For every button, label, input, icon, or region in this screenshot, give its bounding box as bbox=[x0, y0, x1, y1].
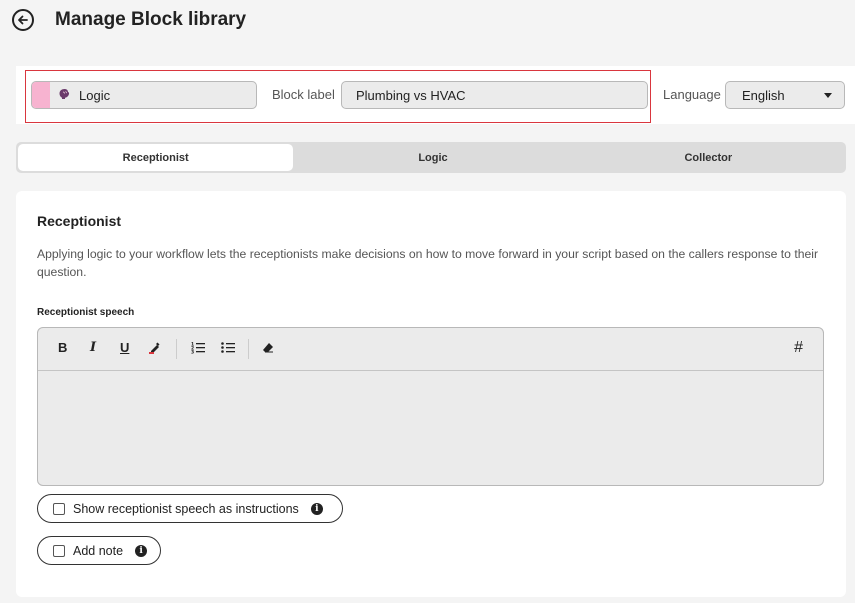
variable-hash-button[interactable]: # bbox=[794, 339, 803, 357]
bullet-list-icon[interactable] bbox=[221, 341, 235, 357]
brain-icon bbox=[58, 88, 71, 103]
editor-toolbar: B I U 123 # bbox=[38, 328, 823, 371]
receptionist-panel: Receptionist Applying logic to your work… bbox=[16, 191, 846, 597]
block-color-swatch bbox=[32, 82, 50, 108]
page-header: Manage Block library bbox=[12, 9, 246, 31]
bold-button[interactable]: B bbox=[58, 340, 67, 355]
info-icon[interactable]: i bbox=[135, 544, 148, 557]
info-icon[interactable]: i bbox=[310, 502, 323, 515]
highlight-icon[interactable] bbox=[148, 341, 161, 357]
tab-receptionist[interactable]: Receptionist bbox=[18, 144, 294, 171]
tab-collector[interactable]: Collector bbox=[571, 142, 846, 173]
language-select[interactable]: English bbox=[725, 81, 845, 109]
checkbox[interactable] bbox=[53, 502, 65, 515]
block-type-field[interactable]: Logic bbox=[31, 81, 257, 109]
language-caption: Language bbox=[663, 87, 721, 102]
toolbar-divider bbox=[176, 339, 177, 359]
arrow-left-icon bbox=[18, 15, 28, 25]
page-title: Manage Block library bbox=[55, 9, 247, 30]
tab-logic[interactable]: Logic bbox=[295, 142, 570, 173]
add-note-toggle[interactable]: Add note i bbox=[37, 536, 161, 565]
toolbar-divider bbox=[248, 339, 249, 359]
italic-button[interactable]: I bbox=[90, 340, 96, 355]
block-type-label: Logic bbox=[79, 87, 111, 103]
chevron-down-icon bbox=[824, 93, 832, 98]
speech-editor[interactable]: B I U 123 # bbox=[37, 327, 824, 486]
show-instructions-toggle[interactable]: Show receptionist speech as instructions… bbox=[37, 494, 343, 523]
section-description: Applying logic to your workflow lets the… bbox=[37, 247, 819, 279]
language-value: English bbox=[742, 87, 785, 103]
underline-button[interactable]: U bbox=[120, 340, 129, 355]
ordered-list-icon[interactable]: 123 bbox=[191, 341, 205, 357]
speech-label: Receptionist speech bbox=[37, 307, 135, 318]
add-note-label: Add note bbox=[73, 543, 124, 558]
back-button[interactable] bbox=[12, 9, 34, 31]
checkbox[interactable] bbox=[53, 544, 65, 557]
tab-bar: Receptionist Logic Collector bbox=[16, 142, 846, 173]
block-settings-bar: Logic Block label Plumbing vs HVAC Langu… bbox=[16, 66, 855, 124]
show-instructions-label: Show receptionist speech as instructions bbox=[73, 501, 299, 516]
eraser-icon[interactable] bbox=[262, 342, 274, 357]
section-title: Receptionist bbox=[37, 213, 122, 229]
block-label-caption: Block label bbox=[272, 87, 335, 102]
block-label-input[interactable]: Plumbing vs HVAC bbox=[341, 81, 648, 109]
svg-text:3: 3 bbox=[191, 350, 194, 355]
